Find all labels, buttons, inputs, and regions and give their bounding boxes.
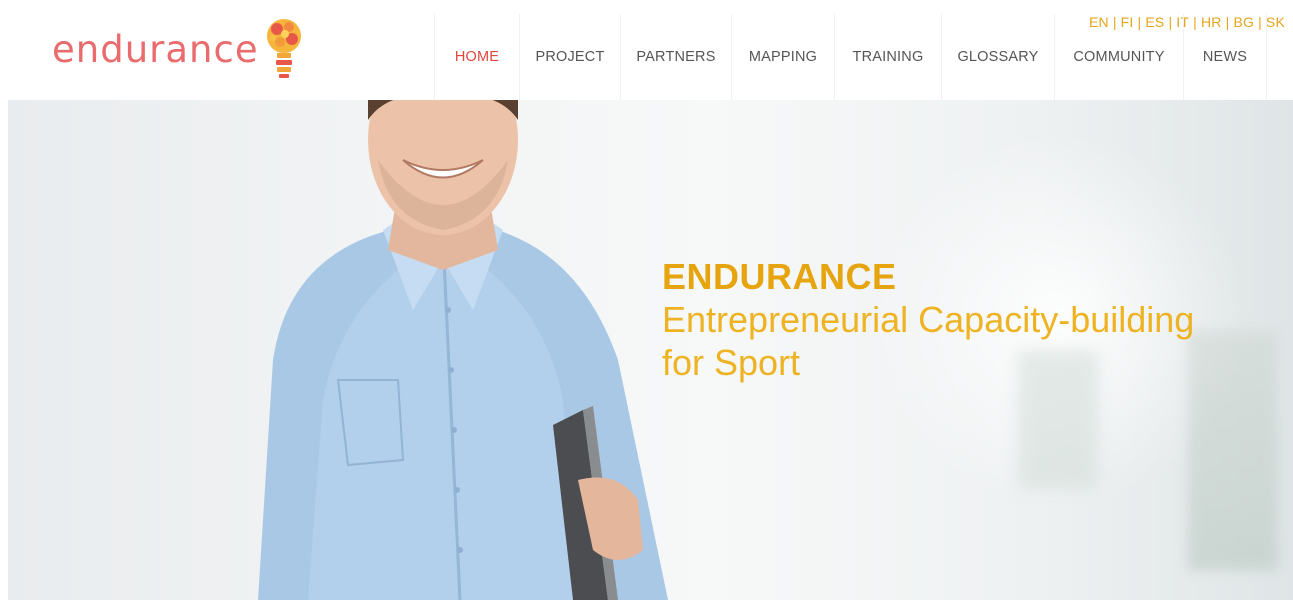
logo-text: endurance	[52, 27, 259, 71]
hero-banner: ENDURANCE Entrepreneurial Capacity-build…	[8, 100, 1293, 600]
nav-partners[interactable]: PARTNERS	[620, 14, 731, 100]
nav-news[interactable]: NEWS	[1183, 14, 1267, 100]
nav-glossary[interactable]: GLOSSARY	[941, 14, 1054, 100]
lightbulb-icon	[266, 19, 301, 78]
main-nav: HOME PROJECT PARTNERS MAPPING TRAINING G…	[434, 14, 1267, 100]
hero-person-image	[258, 100, 668, 600]
hero-subtitle: Entrepreneurial Capacity-building for Sp…	[662, 298, 1262, 384]
site-logo[interactable]: endurance	[52, 14, 303, 84]
nav-community[interactable]: COMMUNITY	[1054, 14, 1183, 100]
lang-sk[interactable]: SK	[1266, 14, 1285, 30]
hero-subtitle-line1: Entrepreneurial Capacity-building	[662, 299, 1195, 340]
hero-subtitle-line2: for Sport	[662, 342, 801, 383]
nav-training[interactable]: TRAINING	[834, 14, 941, 100]
nav-mapping[interactable]: MAPPING	[731, 14, 834, 100]
nav-home[interactable]: HOME	[434, 14, 519, 100]
nav-project[interactable]: PROJECT	[519, 14, 620, 100]
site-header: endurance EN | FI | ES | IT | HR | BG | SK HOME PROJ…	[0, 0, 1293, 100]
hero-title: ENDURANCE	[662, 256, 897, 297]
